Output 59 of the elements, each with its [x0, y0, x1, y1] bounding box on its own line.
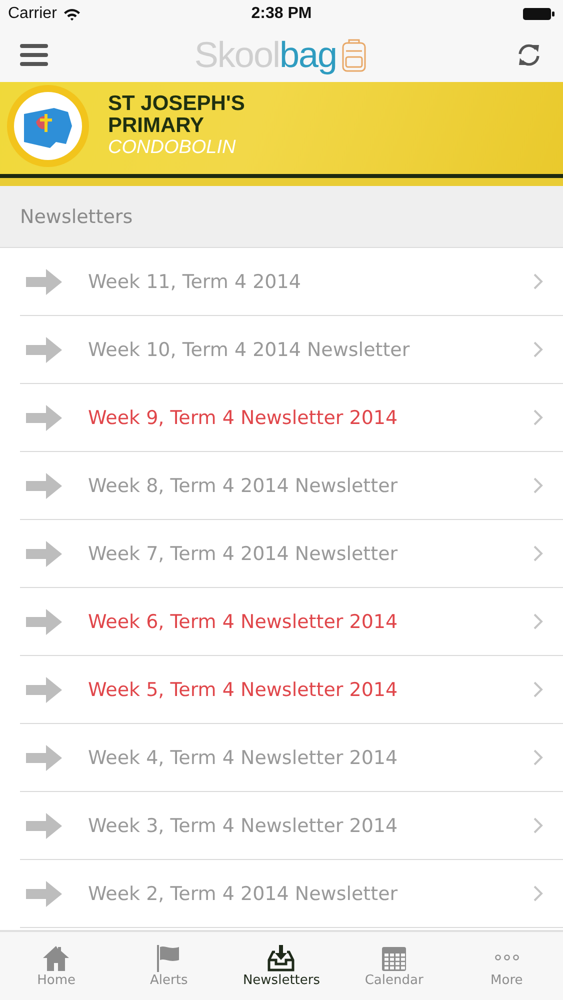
newsletter-item[interactable]: Week 11, Term 4 2014 — [20, 248, 563, 316]
newsletter-title: Week 9, Term 4 Newsletter 2014 — [88, 406, 399, 428]
inbox-download-icon — [267, 944, 296, 972]
newsletter-title: Week 11, Term 4 2014 — [88, 270, 302, 292]
newsletter-item[interactable]: Week 5, Term 4 Newsletter 2014 — [20, 656, 563, 724]
arrow-icon — [26, 472, 62, 498]
chevron-icon — [533, 477, 543, 494]
house-icon — [42, 944, 70, 972]
arrow-icon — [26, 608, 62, 634]
tab-item[interactable]: Newsletters — [225, 932, 338, 1000]
chevron-icon — [533, 885, 543, 902]
arrow-icon — [26, 404, 62, 430]
battery-icon — [523, 7, 555, 21]
tab-item[interactable]: More — [450, 932, 563, 1000]
school-logo-icon — [6, 84, 90, 168]
newsletter-item[interactable]: Week 3, Term 4 Newsletter 2014 — [20, 792, 563, 860]
newsletter-item[interactable]: Week 6, Term 4 Newsletter 2014 — [20, 588, 563, 656]
school-name: PRIMARY — [108, 115, 206, 137]
school-location: CONDOBOLIN — [108, 137, 237, 159]
newsletter-item[interactable]: Week 9, Term 4 Newsletter 2014 — [20, 384, 563, 452]
school-name: ST JOSEPH'S — [108, 93, 245, 115]
newsletter-title: Week 5, Term 4 Newsletter 2014 — [88, 678, 399, 700]
arrow-icon — [26, 676, 62, 702]
newsletter-item[interactable]: Week 8, Term 4 2014 Newsletter — [20, 452, 563, 520]
chevron-icon — [533, 273, 543, 290]
status-time: 2:38 PM — [251, 5, 312, 23]
newsletter-item[interactable]: Week 7, Term 4 2014 Newsletter — [20, 520, 563, 588]
menu-button[interactable] — [20, 43, 48, 67]
tab-item[interactable]: Home — [0, 932, 113, 1000]
carrier-label: Carrier — [8, 5, 57, 23]
newsletter-title: Week 10, Term 4 2014 Newsletter — [88, 338, 411, 360]
chevron-icon — [533, 681, 543, 698]
tab-item[interactable]: Alerts — [112, 932, 226, 1000]
newsletter-title: Week 8, Term 4 2014 Newsletter — [88, 474, 399, 496]
newsletter-title: Week 3, Term 4 Newsletter 2014 — [88, 814, 399, 836]
arrow-icon — [26, 336, 62, 362]
newsletter-title: Week 2, Term 4 2014 Newsletter — [88, 882, 399, 904]
newsletter-item[interactable]: Week 4, Term 4 Newsletter 2014 — [20, 724, 563, 792]
newsletter-title: Week 7, Term 4 2014 Newsletter — [88, 542, 399, 564]
arrow-icon — [26, 812, 62, 838]
arrow-icon — [26, 540, 62, 566]
wifi-icon — [62, 8, 81, 20]
newsletter-title: Week 4, Term 4 Newsletter 2014 — [88, 746, 399, 768]
chevron-icon — [533, 749, 543, 766]
chevron-icon — [533, 817, 543, 834]
arrow-icon — [26, 880, 62, 906]
chevron-icon — [533, 409, 543, 426]
newsletter-item[interactable]: Week 10, Term 4 2014 Newsletter — [20, 316, 563, 384]
arrow-icon — [26, 744, 62, 770]
more-icon — [494, 954, 519, 961]
newsletter-item[interactable]: Week 2, Term 4 2014 Newsletter — [20, 860, 563, 928]
chevron-icon — [533, 341, 543, 358]
chevron-icon — [533, 545, 543, 562]
chevron-icon — [533, 613, 543, 630]
tab-item[interactable]: Calendar — [338, 932, 450, 1000]
calendar-icon — [380, 944, 408, 972]
arrow-icon — [26, 268, 62, 294]
newsletter-title: Week 6, Term 4 Newsletter 2014 — [88, 610, 399, 632]
section-header: Newsletters — [0, 186, 563, 248]
